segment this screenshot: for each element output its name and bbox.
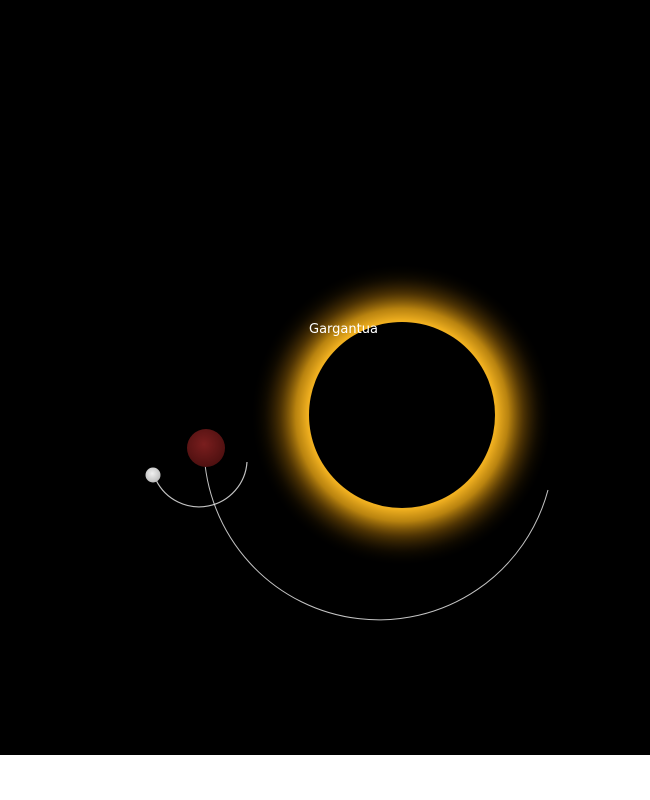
black-hole-label: Gargantua (309, 322, 378, 337)
moon-orbit-path (155, 461, 248, 508)
orbit-scene (145, 263, 554, 621)
black-hole[interactable] (309, 322, 495, 508)
moon[interactable] (145, 467, 161, 483)
planet[interactable] (187, 429, 225, 467)
space-viewport: Gargantua (0, 0, 650, 755)
page-footer-area (0, 755, 650, 800)
